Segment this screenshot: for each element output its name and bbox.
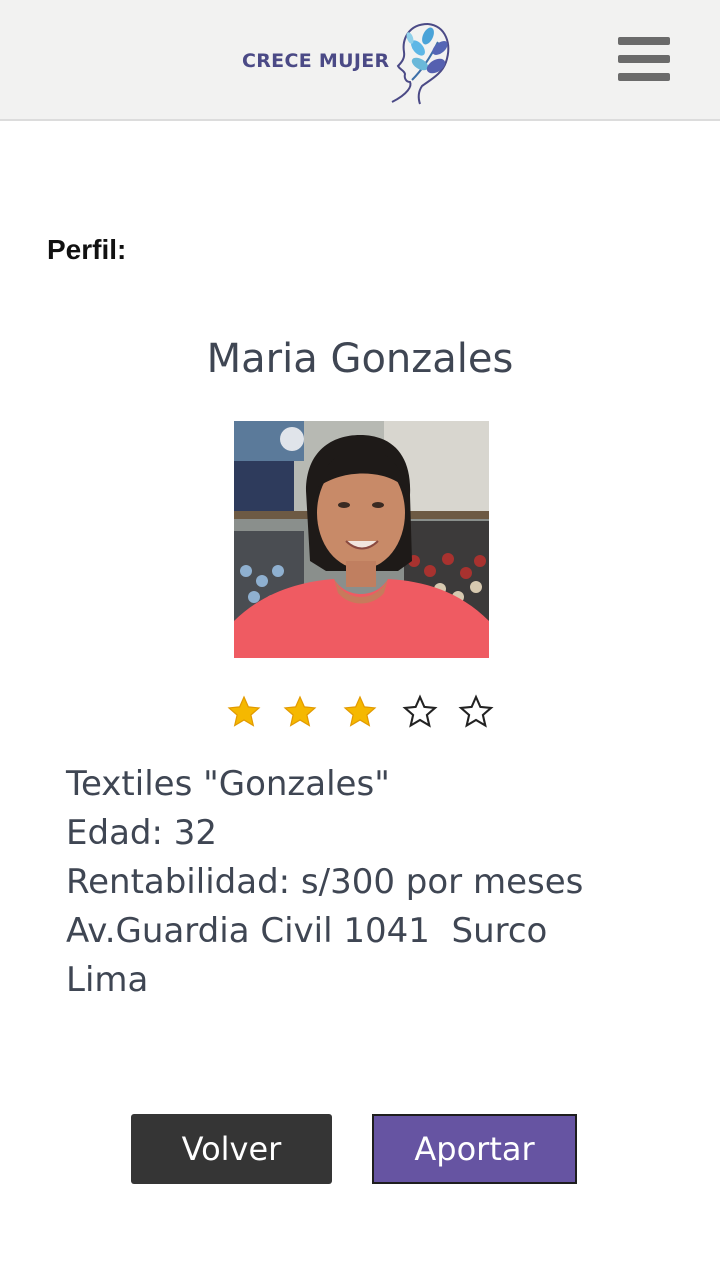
star-rating[interactable] [226,694,506,734]
star-empty-icon[interactable] [458,694,494,730]
star-filled-icon[interactable] [226,694,262,730]
profile-details: Textiles "Gonzales" Edad: 32 Rentabilida… [66,760,666,1005]
app-header: CRECE MUJER [0,0,720,121]
address-line-1: Av.Guardia Civil 1041 Surco [66,911,548,951]
woman-leaf-logo-icon [391,23,450,105]
age-text: Edad: 32 [66,813,218,853]
profile-name: Maria Gonzales [206,336,514,382]
logo-text: CRECE MUJER [242,50,390,72]
crece-mujer-logo[interactable]: CRECE MUJER [242,22,458,106]
star-filled-icon[interactable] [282,694,318,730]
star-filled-icon[interactable] [342,694,378,730]
address-line-2: Lima [66,960,149,1000]
profile-photo [234,421,489,658]
star-empty-icon[interactable] [402,694,438,730]
profitability-text: Rentabilidad: s/300 por meses [66,862,584,902]
hamburger-menu-icon[interactable] [618,37,670,81]
profile-section-label: Perfil: [47,234,127,265]
business-name: Textiles "Gonzales" [66,764,390,804]
back-button[interactable]: Volver [131,1114,332,1184]
contribute-button[interactable]: Aportar [372,1114,577,1184]
